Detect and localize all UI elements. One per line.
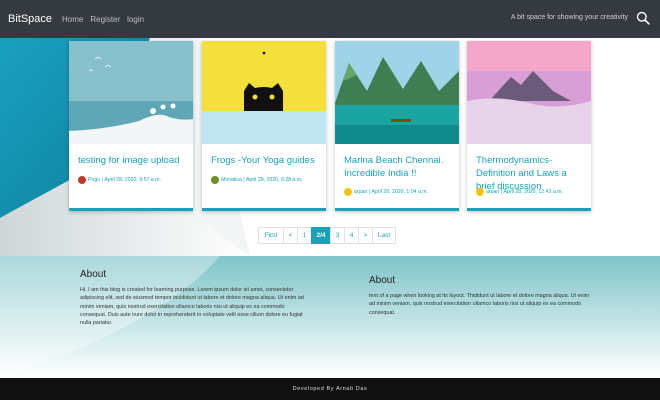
post-date: April 28, 2020, 9:57 a.m. [104,177,161,183]
page-4-button[interactable]: 4 [344,227,359,244]
post-meta: arpan | April 28, 2020, 12:43 a.m. [476,188,590,196]
search-icon[interactable] [636,11,650,25]
page-current: 2/4 [311,227,331,244]
about-section: About Hi, I am this blog is created for … [0,256,660,378]
post-thumbnail[interactable] [467,41,591,144]
post-title[interactable]: testing for image upload [78,154,188,167]
post-author[interactable]: Monalisa [221,177,242,183]
post-date: April 28, 2020, 1:04 a.m. [371,189,429,195]
brand-logo[interactable]: BitSpace [8,13,52,25]
about-left-heading: About [80,269,107,280]
about-left-text: Hi, I am this blog is created for learni… [80,287,304,327]
post-author[interactable]: arpan [486,189,499,195]
posts-section: testing for image upload Pogo | April 28… [0,38,660,256]
post-date: April 28, 2020, 9:28 a.m. [246,177,303,183]
nav-link-register[interactable]: Register [90,15,120,24]
post-title[interactable]: Marina Beach Chennai. Incredible India !… [344,154,454,180]
nav-link-login[interactable]: login [127,15,144,24]
post-thumbnail[interactable] [69,41,193,144]
about-right-heading: About [369,275,396,286]
page-prev-button[interactable]: < [283,227,298,244]
post-date: April 28, 2020, 12:43 a.m. [503,189,563,195]
post-title[interactable]: Frogs -Your Yoga guides [211,154,321,167]
post-card[interactable]: testing for image upload Pogo | April 28… [69,41,193,211]
post-meta: Monalisa | April 28, 2020, 9:28 a.m. [211,176,325,184]
post-meta: Pogo | April 28, 2020, 9:57 a.m. [78,176,192,184]
card-accent-bar [69,208,193,211]
post-card[interactable]: Thermodynamics-Definition and Laws a bri… [467,41,591,211]
about-right-text: tent of a page when looking at its layou… [369,293,590,316]
post-author[interactable]: Pogo [88,177,100,183]
post-author[interactable]: arpan [354,189,367,195]
footer-credit: Developed By Arnab Das [292,386,368,392]
post-thumbnail[interactable] [335,41,459,144]
page-3-button[interactable]: 3 [330,227,345,244]
post-card[interactable]: Marina Beach Chennai. Incredible India !… [335,41,459,211]
post-thumbnail[interactable] [202,41,326,144]
navbar: BitSpace Home Register login A bit space… [0,0,660,38]
site-tagline: A bit space for showing your creativity [510,14,628,21]
page-1-button[interactable]: 1 [297,227,312,244]
footer: Developed By Arnab Das [0,378,660,400]
avatar [344,188,352,196]
avatar [476,188,484,196]
post-meta: arpan | April 28, 2020, 1:04 a.m. [344,188,458,196]
avatar [211,176,219,184]
card-accent-bar [467,208,591,211]
card-accent-bar [335,208,459,211]
post-card[interactable]: Frogs -Your Yoga guides Monalisa | April… [202,41,326,211]
page-first-button[interactable]: First [258,227,284,244]
page-next-button[interactable]: > [358,227,373,244]
page-last-button[interactable]: Last [372,227,396,244]
pagination: First < 1 2/4 3 4 > Last [258,227,396,244]
avatar [78,176,86,184]
card-accent-bar [202,208,326,211]
nav-link-home[interactable]: Home [62,15,83,24]
